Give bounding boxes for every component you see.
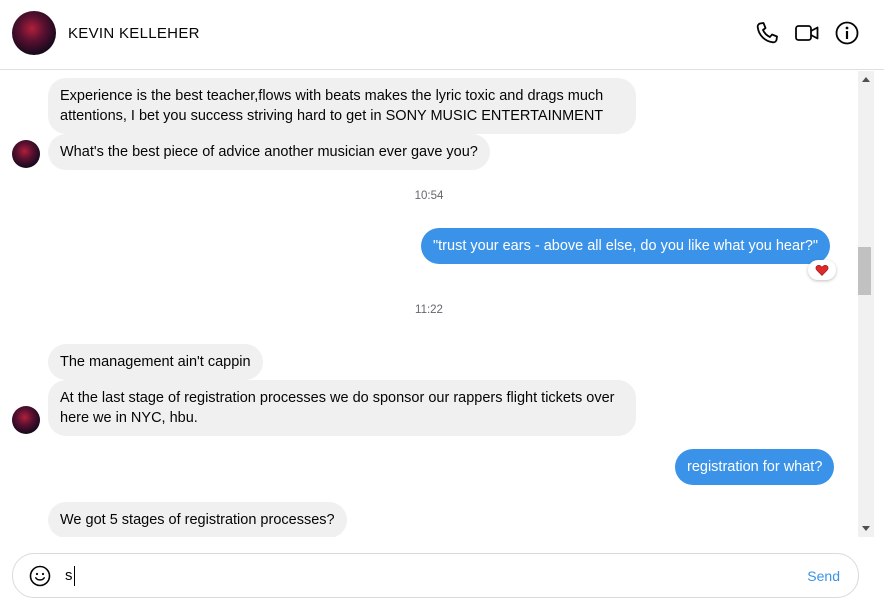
contact-avatar-small <box>12 406 40 434</box>
chat-header: KEVIN KELLEHER <box>0 0 884 70</box>
scroll-down-arrow-icon[interactable] <box>862 526 870 531</box>
video-camera-icon[interactable] <box>794 20 820 46</box>
contact-name[interactable]: KEVIN KELLEHER <box>68 25 200 42</box>
avatar[interactable] <box>12 11 56 55</box>
message-outgoing: registration for what? <box>675 449 835 485</box>
message-incoming: The management ain't cappin <box>48 344 263 380</box>
message-outgoing: "trust your ears - above all else, do yo… <box>421 228 831 264</box>
thread-scrollbar[interactable] <box>858 71 874 537</box>
scroll-up-arrow-icon[interactable] <box>862 77 870 82</box>
message-composer: s Send <box>12 553 859 598</box>
timestamp: 10:54 <box>414 190 444 202</box>
message-incoming: What's the best piece of advice another … <box>48 134 490 170</box>
scrollbar-thumb[interactable] <box>858 247 871 295</box>
info-icon[interactable] <box>834 20 860 46</box>
message-input[interactable]: s <box>65 566 75 586</box>
message-incoming: Experience is the best teacher,flows wit… <box>48 78 636 134</box>
timestamp: 11:22 <box>415 304 443 316</box>
message-thread[interactable]: Experience is the best teacher,flows wit… <box>0 71 858 537</box>
heart-icon <box>815 265 829 276</box>
message-reaction[interactable] <box>808 260 836 280</box>
message-incoming: At the last stage of registration proces… <box>48 380 636 436</box>
contact-avatar-small <box>12 140 40 168</box>
smiley-icon[interactable] <box>29 565 51 587</box>
phone-icon[interactable] <box>754 20 780 46</box>
message-incoming: We got 5 stages of registration processe… <box>48 502 347 537</box>
send-button[interactable]: Send <box>807 568 840 584</box>
